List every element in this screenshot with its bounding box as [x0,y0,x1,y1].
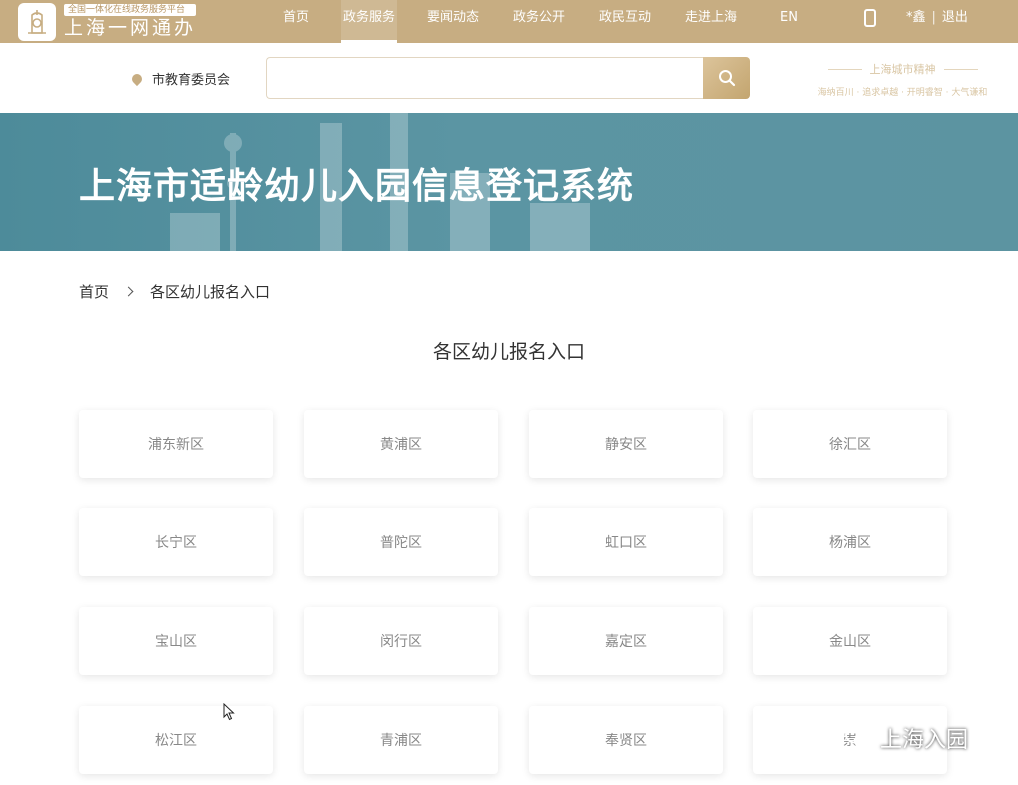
breadcrumb-home[interactable]: 首页 [79,281,109,302]
district-card[interactable]: 金山区 [753,607,947,675]
shanghai-logo-icon [18,2,56,41]
wechat-icon [845,726,872,749]
site-logo[interactable]: 全国一体化在线政务服务平台 上海一网通办 [18,0,197,43]
district-card[interactable]: 长宁区 [79,508,273,576]
nav-government-affairs[interactable]: 政务公开 [513,0,565,43]
nav-government-services[interactable]: 政务服务 [341,0,397,43]
district-card[interactable]: 杨浦区 [753,508,947,576]
chevron-right-icon [123,286,134,297]
breadcrumb: 首页 各区幼儿报名入口 [79,281,270,302]
logout-link[interactable]: 退出 [942,10,968,25]
city-spirit-slogan: 上海城市精神 海纳百川 · 追求卓越 · 开明睿智 · 大气谦和 [800,61,1005,98]
user-separator: | [931,10,936,25]
district-card[interactable]: 普陀区 [304,508,498,576]
nav-english[interactable]: EN [780,0,798,43]
nav-interaction[interactable]: 政民互动 [599,0,651,43]
district-card[interactable]: 松江区 [79,706,273,774]
district-card[interactable]: 嘉定区 [529,607,723,675]
user-area: *鑫 | 退出 [906,0,968,36]
district-card[interactable]: 闵行区 [304,607,498,675]
nav-news[interactable]: 要闻动态 [427,0,479,43]
search-input[interactable] [266,57,703,99]
nav-home[interactable]: 首页 [283,0,309,43]
location-pin-icon [129,71,145,86]
page-banner: 上海市适龄幼儿入园信息登记系统 [0,113,1018,251]
logo-name: 上海一网通办 [64,16,197,39]
mobile-phone-icon[interactable] [864,9,876,27]
district-card[interactable]: 虹口区 [529,508,723,576]
mouse-cursor-icon [223,703,235,721]
district-card[interactable]: 静安区 [529,410,723,478]
district-card[interactable]: 黄浦区 [304,410,498,478]
page-title: 上海市适龄幼儿入园信息登记系统 [79,166,635,207]
search-button[interactable] [703,57,750,99]
watermark-text: 上海入园 [880,728,969,753]
search-icon [718,70,735,87]
nav-about-shanghai[interactable]: 走进上海 [685,0,737,43]
district-card[interactable]: 宝山区 [79,607,273,675]
user-name[interactable]: *鑫 [906,10,926,25]
slogan-title: 上海城市精神 [800,61,1005,77]
location-label: 市教育委员会 [152,73,231,88]
district-card[interactable]: 徐汇区 [753,410,947,478]
section-title: 各区幼儿报名入口 [432,341,585,363]
district-card[interactable]: 奉贤区 [529,706,723,774]
wechat-watermark: 上海入园 [844,722,968,754]
logo-tagline: 全国一体化在线政务服务平台 [64,3,197,16]
slogan-subtitle: 海纳百川 · 追求卓越 · 开明睿智 · 大气谦和 [817,88,988,98]
top-navigation-bar: 全国一体化在线政务服务平台 上海一网通办 首页 政务服务 要闻动态 政务公开 政… [0,0,1018,43]
search-row: 市教育委员会 上海城市精神 海纳百川 · 追求卓越 · 开明睿智 · 大气谦和 [0,43,1018,113]
location-selector[interactable]: 市教育委员会 [129,69,231,88]
district-card[interactable]: 青浦区 [304,706,498,774]
breadcrumb-current: 各区幼儿报名入口 [150,283,271,301]
district-card[interactable]: 浦东新区 [79,410,273,478]
